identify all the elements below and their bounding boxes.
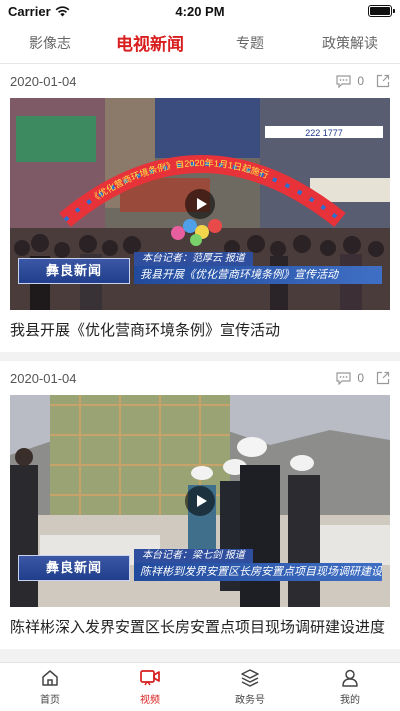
status-left: Carrier [0, 4, 70, 19]
battery-icon [368, 5, 395, 17]
bottom-tab-bar: 首页 视频 政务号 我的 [0, 662, 400, 711]
layers-icon [241, 669, 259, 687]
wifi-icon [55, 5, 70, 16]
tabbar-item-video[interactable]: 视频 [100, 663, 200, 711]
play-icon[interactable] [185, 486, 215, 516]
carrier-label: Carrier [8, 3, 51, 19]
news-feed: 2020-01-04 0 222 1777 《优化营商环境条例》自2020年1月… [0, 64, 400, 662]
comment-count: 0 [357, 371, 364, 385]
card-title[interactable]: 陈祥彬深入发界安置区长房安置点项目现场调研建设进度 [10, 607, 390, 649]
tab-yingxiangzhi[interactable]: 影像志 [0, 33, 100, 53]
shop-sign: 222 1777 [305, 128, 343, 138]
card-date: 2020-01-04 [10, 73, 77, 89]
comment-icon[interactable] [336, 371, 351, 385]
tabbar-label: 视频 [140, 695, 160, 706]
channel-logo: 彝良新闻 [18, 258, 130, 284]
card-header: 2020-01-04 0 [10, 361, 390, 395]
home-icon [42, 670, 58, 686]
category-tabs: 影像志 电视新闻 专题 政策解读 [0, 22, 400, 64]
play-icon[interactable] [185, 189, 215, 219]
tabbar-item-profile[interactable]: 我的 [300, 663, 400, 711]
tab-special[interactable]: 专题 [200, 33, 300, 53]
user-icon [342, 669, 358, 687]
card-meta: 0 [336, 74, 390, 88]
reporter-caption: 本台记者：梁七剑 报道 [134, 549, 253, 563]
tabbar-label: 我的 [340, 695, 360, 706]
video-thumbnail[interactable]: 彝良新闻 本台记者：梁七剑 报道 陈祥彬到发界安置区长房安置点项目现场调研建设进… [10, 395, 390, 607]
share-icon[interactable] [376, 74, 390, 88]
comment-count: 0 [357, 74, 364, 88]
tabbar-label: 首页 [40, 695, 60, 706]
card-header: 2020-01-04 0 [10, 64, 390, 98]
card-title[interactable]: 我县开展《优化营商环境条例》宣传活动 [10, 310, 390, 352]
share-icon[interactable] [376, 371, 390, 385]
channel-logo: 彝良新闻 [18, 555, 130, 581]
status-bar: Carrier 4:20 PM [0, 0, 400, 22]
news-card[interactable]: 2020-01-04 0 [0, 361, 400, 649]
card-date: 2020-01-04 [10, 370, 77, 386]
tab-policy[interactable]: 政策解读 [300, 33, 400, 53]
reporter-caption: 本台记者：范厚云 报道 [134, 252, 253, 266]
headline-caption: 陈祥彬到发界安置区长房安置点项目现场调研建设进度 [134, 563, 382, 581]
news-lower-third: 彝良新闻 本台记者：梁七剑 报道 陈祥彬到发界安置区长房安置点项目现场调研建设进… [10, 549, 390, 585]
tab-tv-news[interactable]: 电视新闻 [100, 30, 200, 55]
status-right [368, 5, 400, 17]
headline-caption: 我县开展《优化营商环境条例》宣传活动 [134, 266, 382, 284]
tabbar-item-gov-account[interactable]: 政务号 [200, 663, 300, 711]
card-meta: 0 [336, 371, 390, 385]
video-thumbnail[interactable]: 222 1777 《优化营商环境条例》自2020年1月1日起施行 彝良新闻 本台… [10, 98, 390, 310]
news-lower-third: 彝良新闻 本台记者：范厚云 报道 我县开展《优化营商环境条例》宣传活动 [10, 252, 390, 288]
comment-icon[interactable] [336, 74, 351, 88]
video-icon [140, 670, 160, 686]
tabbar-label: 政务号 [235, 695, 265, 706]
tabbar-item-home[interactable]: 首页 [0, 663, 100, 711]
news-card[interactable]: 2020-01-04 0 [0, 64, 400, 352]
